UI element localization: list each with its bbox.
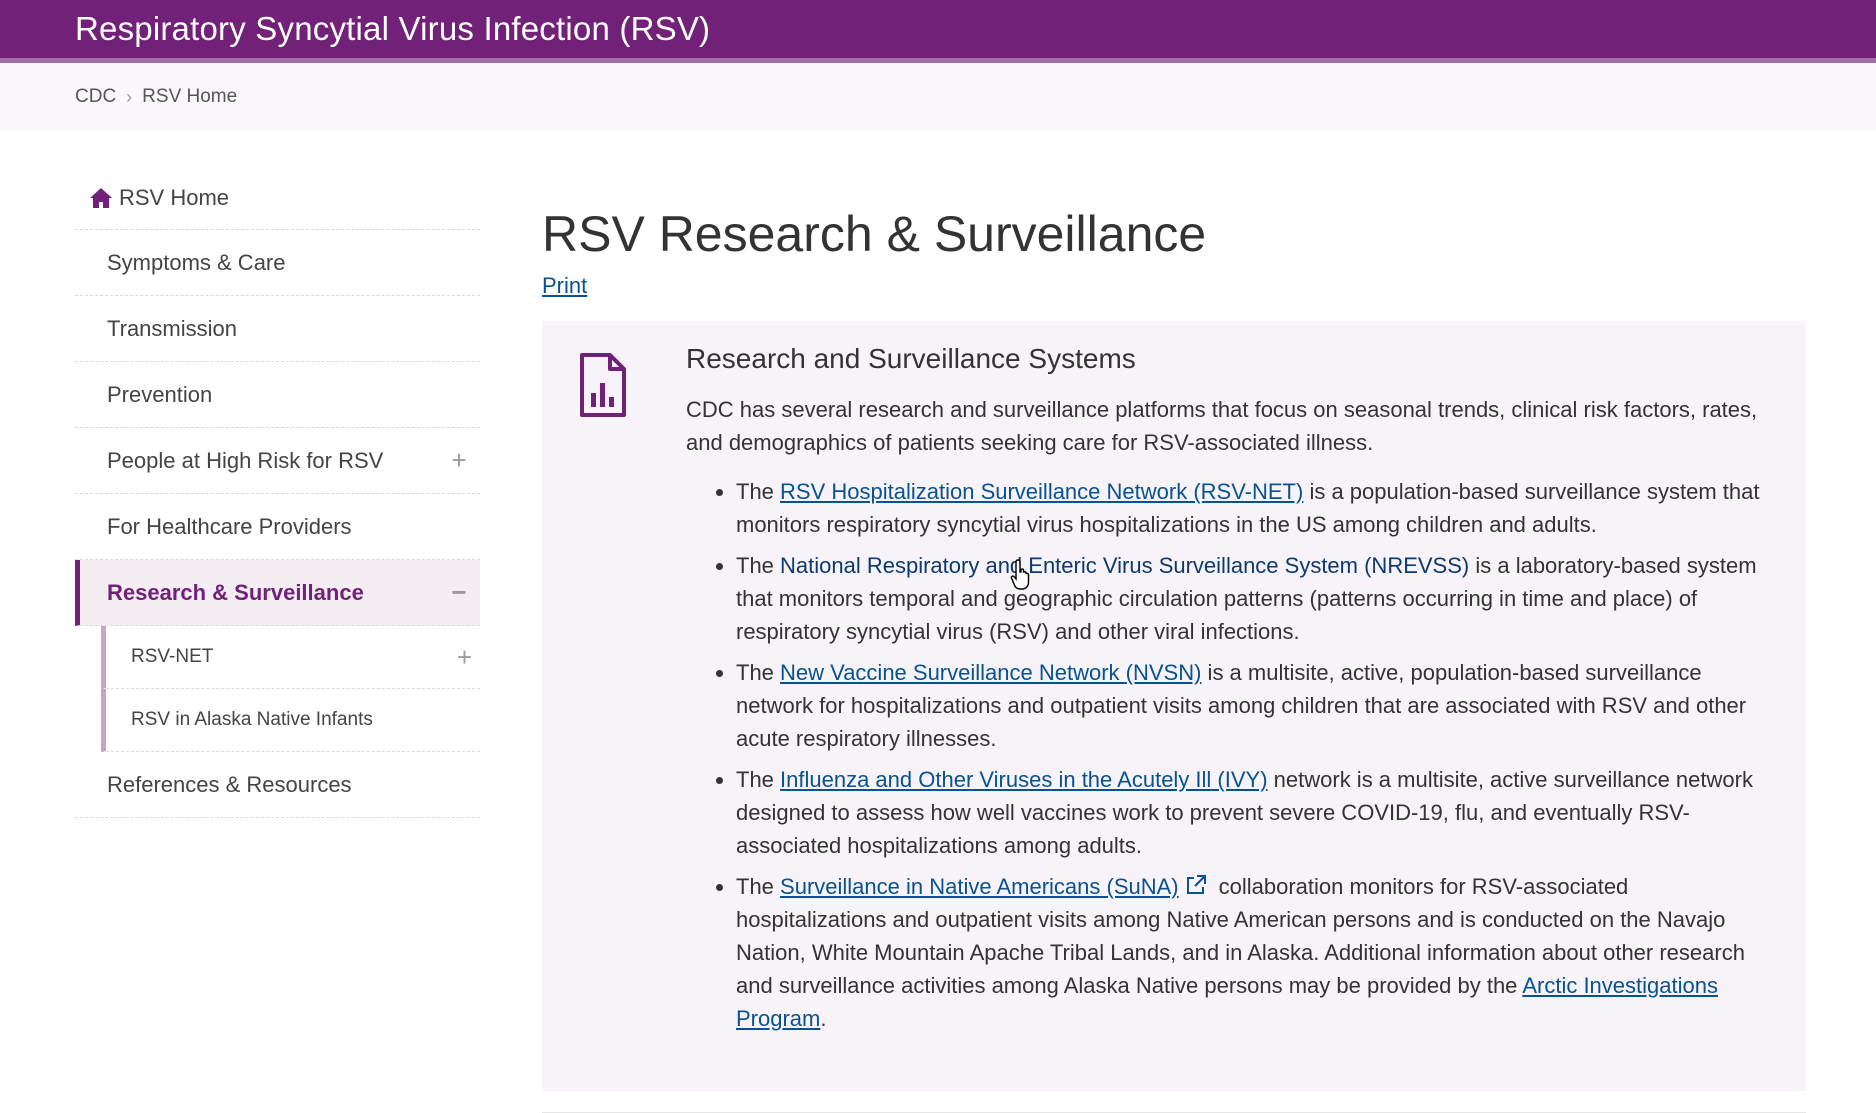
plus-icon[interactable]: + — [457, 642, 472, 673]
chevron-right-icon: › — [126, 86, 133, 107]
sidebar-item-high-risk[interactable]: People at High Risk for RSV + — [75, 428, 480, 494]
sidebar-item-label: For Healthcare Providers — [107, 513, 352, 539]
sidebar-item-label: Symptoms & Care — [107, 249, 286, 275]
nrevss-link[interactable]: National Respiratory and Enteric Virus S… — [780, 553, 1469, 578]
text: The — [736, 874, 781, 899]
home-icon — [90, 187, 112, 208]
text: The — [736, 660, 781, 685]
site-title[interactable]: Respiratory Syncytial Virus Infection (R… — [75, 10, 710, 48]
sidebar-item-label: Research & Surveillance — [107, 579, 364, 605]
suna-link[interactable]: Surveillance in Native Americans (SuNA) — [780, 874, 1179, 899]
sidebar-item-label: RSV in Alaska Native Infants — [131, 709, 373, 730]
text: . — [820, 1006, 827, 1031]
breadcrumb: CDC › RSV Home — [0, 63, 1876, 131]
sidebar-item-references-resources[interactable]: References & Resources — [75, 752, 480, 818]
sidebar-item-label: Transmission — [107, 315, 237, 341]
list-item: The Influenza and Other Viruses in the A… — [736, 763, 1776, 862]
print-link[interactable]: Print — [542, 273, 587, 299]
sidebar-subitem-rsv-net[interactable]: RSV-NET + — [101, 626, 480, 689]
sidebar-item-rsv-home[interactable]: RSV Home — [75, 166, 480, 230]
hand-cursor-icon — [1010, 559, 1030, 590]
list-item: The RSV Hospitalization Surveillance Net… — [736, 475, 1776, 541]
list-item: The Surveillance in Native Americans (Su… — [736, 870, 1776, 1035]
list-item: The New Vaccine Surveillance Network (NV… — [736, 656, 1776, 755]
external-link-icon[interactable] — [1185, 874, 1207, 896]
research-systems-box: Research and Surveillance Systems CDC ha… — [542, 321, 1806, 1113]
sidebar-item-research-surveillance[interactable]: Research & Surveillance − — [75, 560, 480, 626]
main-content: RSV Research & Surveillance Print Resear… — [542, 161, 1806, 1113]
sidebar-item-prevention[interactable]: Prevention — [75, 362, 480, 428]
sidebar-item-label: People at High Risk for RSV — [107, 447, 384, 473]
sidebar-item-label: RSV-NET — [131, 646, 214, 667]
text: The — [736, 767, 781, 792]
sidebar-item-label: References & Resources — [107, 771, 352, 797]
text: The — [736, 553, 781, 578]
sidebar-item-symptoms-care[interactable]: Symptoms & Care — [75, 230, 480, 296]
nvsn-link[interactable]: New Vaccine Surveillance Network (NVSN) — [780, 660, 1201, 685]
minus-icon[interactable]: − — [446, 577, 472, 608]
sidebar-item-label: RSV Home — [119, 184, 230, 210]
rsv-net-link[interactable]: RSV Hospitalization Surveillance Network… — [780, 479, 1303, 504]
list-item: The National Respiratory and Enteric Vir… — [736, 549, 1776, 648]
page-title: RSV Research & Surveillance — [542, 206, 1207, 262]
sidebar-item-label: Prevention — [107, 381, 213, 407]
systems-list: The RSV Hospitalization Surveillance Net… — [686, 475, 1776, 1035]
breadcrumb-rsv-home[interactable]: RSV Home — [142, 86, 237, 108]
sidebar-item-healthcare-providers[interactable]: For Healthcare Providers — [75, 494, 480, 560]
intro-paragraph: CDC has several research and surveillanc… — [686, 397, 1758, 455]
plus-icon[interactable]: + — [446, 445, 472, 476]
sidebar-item-transmission[interactable]: Transmission — [75, 296, 480, 362]
sidebar-subitem-alaska-native-infants[interactable]: RSV in Alaska Native Infants — [101, 689, 480, 752]
document-chart-icon — [580, 353, 626, 417]
site-header: Respiratory Syncytial Virus Infection (R… — [0, 0, 1876, 63]
text: The — [736, 479, 781, 504]
box-heading: Research and Surveillance Systems — [686, 343, 1136, 374]
ivy-link[interactable]: Influenza and Other Viruses in the Acute… — [780, 767, 1268, 792]
sidebar-nav: RSV Home Symptoms & Care Transmission Pr… — [75, 166, 480, 1091]
breadcrumb-cdc[interactable]: CDC — [75, 86, 116, 108]
